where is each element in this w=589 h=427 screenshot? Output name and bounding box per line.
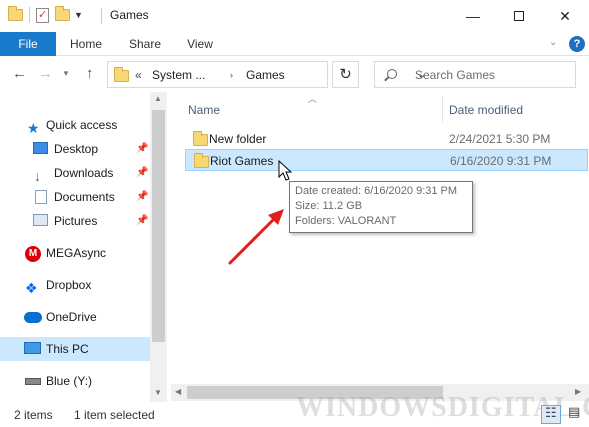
expand-ribbon-icon[interactable]: ⌄ (549, 37, 557, 48)
column-divider[interactable] (442, 96, 443, 122)
mouse-cursor-icon (278, 160, 292, 181)
address-bar[interactable]: « System ... › Games ⌄ (107, 61, 426, 88)
sidebar-item-label: Blue (Y:) (46, 374, 93, 388)
recent-locations-icon[interactable]: ▼ (62, 69, 70, 78)
sidebar-item-label: Documents (54, 190, 115, 204)
sort-caret-icon: ︿ (308, 94, 318, 104)
sidebar-item-label: Desktop (54, 142, 99, 156)
forward-arrow-icon[interactable]: → (38, 65, 53, 82)
mega-icon: M (25, 246, 41, 262)
minimize-button[interactable]: — (450, 0, 496, 32)
breadcrumb-chevron-icon[interactable]: › (230, 70, 233, 80)
file-name: Riot Games (210, 154, 274, 168)
onedrive-icon (24, 312, 42, 323)
title-divider (101, 8, 102, 24)
refresh-icon: ↻ (339, 66, 352, 83)
refresh-button[interactable]: ↻ (332, 61, 359, 88)
sidebar-item-documents[interactable]: Documents 📌 (0, 185, 150, 209)
ribbon-tabs: File Home Share View ⌄ ? (0, 32, 589, 56)
folder-icon (194, 153, 209, 168)
up-arrow-icon[interactable]: ↑ (86, 65, 94, 82)
sidebar-item-pictures[interactable]: Pictures 📌 (0, 209, 150, 233)
search-icon (387, 69, 397, 79)
new-folder-icon[interactable] (55, 6, 70, 21)
pictures-icon (33, 214, 48, 226)
status-bar: 2 items 1 item selected (0, 402, 589, 427)
properties-icon[interactable] (36, 7, 49, 23)
table-row[interactable]: New folder 2/24/2021 5:30 PM (185, 128, 588, 150)
close-button[interactable]: ✕ (542, 0, 588, 32)
drive-icon (25, 378, 41, 385)
pc-icon (24, 342, 41, 354)
pin-icon: 📌 (136, 167, 149, 178)
breadcrumb-overflow[interactable]: « (135, 68, 142, 82)
tab-view[interactable]: View (180, 32, 220, 56)
tab-share[interactable]: Share (122, 32, 168, 56)
document-icon (35, 190, 47, 204)
navigation-pane: ★ Quick access Desktop 📌 ↓ Downloads 📌 D… (0, 92, 167, 402)
maximize-icon (514, 11, 524, 21)
nav-scrollbar[interactable]: ▲ ▼ (150, 92, 167, 402)
sidebar-item-label: This PC (46, 342, 89, 356)
column-header-name[interactable]: Name (188, 103, 220, 117)
sidebar-item-label: Pictures (54, 214, 98, 228)
annotation-arrow-icon (228, 209, 284, 265)
file-name: New folder (209, 132, 267, 146)
search-input[interactable]: Search Games (374, 61, 576, 88)
desktop-icon (33, 142, 48, 154)
sidebar-item-dropbox[interactable]: ❖ Dropbox (0, 273, 150, 297)
folder-icon (193, 131, 208, 146)
scrollbar-thumb[interactable] (152, 110, 165, 342)
tooltip-size: Size: 11.2 GB (295, 200, 363, 212)
quick-access-toolbar: ▼ (8, 6, 83, 23)
file-date: 6/16/2020 9:31 PM (450, 154, 552, 168)
status-item-count: 2 items (14, 408, 53, 422)
sidebar-item-label: MEGAsync (46, 246, 107, 260)
toolbar-divider (29, 7, 30, 23)
help-icon[interactable]: ? (569, 36, 585, 52)
details-view-icon[interactable] (541, 405, 561, 424)
tooltip-folders: Folders: VALORANT (295, 215, 397, 227)
tab-file[interactable]: File (0, 32, 56, 56)
customize-toolbar-icon[interactable]: ▼ (74, 10, 83, 20)
sidebar-item-onedrive[interactable]: OneDrive (0, 305, 150, 329)
search-placeholder: Search Games (415, 68, 496, 82)
pin-icon: 📌 (136, 143, 149, 154)
sidebar-item-label: Downloads (54, 166, 114, 180)
sidebar-item-label: Dropbox (46, 278, 92, 292)
sidebar-item-quick-access[interactable]: ★ Quick access (0, 113, 150, 137)
address-row: ← → ▼ ↑ « System ... › Games ⌄ ↻ Search … (0, 56, 589, 92)
tooltip-date-created: Date created: 6/16/2020 9:31 PM (295, 185, 458, 197)
minimize-icon: — (466, 8, 480, 24)
sidebar-item-label: OneDrive (46, 310, 97, 324)
sidebar-item-downloads[interactable]: ↓ Downloads 📌 (0, 161, 150, 185)
sidebar-item-this-pc[interactable]: This PC (0, 337, 150, 361)
pin-icon: 📌 (136, 191, 149, 202)
file-date: 2/24/2021 5:30 PM (449, 132, 551, 146)
scroll-down-icon[interactable]: ▼ (154, 388, 162, 397)
dropbox-icon: ❖ (25, 280, 38, 296)
pin-icon: 📌 (136, 215, 149, 226)
scroll-left-icon[interactable]: ◀ (175, 387, 181, 396)
sidebar-item-megasync[interactable]: M MEGAsync (0, 241, 150, 265)
folder-icon (114, 67, 129, 82)
status-selection: 1 item selected (74, 408, 155, 422)
sidebar-item-blue-drive[interactable]: Blue (Y:) (0, 369, 150, 393)
tab-home[interactable]: Home (62, 32, 110, 56)
table-row[interactable]: Riot Games 6/16/2020 9:31 PM (185, 149, 588, 171)
maximize-button[interactable] (496, 0, 542, 32)
breadcrumb-system[interactable]: System ... (152, 68, 205, 82)
folder-info-tooltip: Date created: 6/16/2020 9:31 PM Size: 11… (289, 181, 473, 233)
folder-icon[interactable] (8, 6, 23, 21)
back-arrow-icon[interactable]: ← (12, 65, 27, 82)
scroll-up-icon[interactable]: ▲ (154, 94, 162, 103)
close-icon: ✕ (559, 7, 571, 24)
large-icons-view-icon[interactable] (566, 404, 584, 424)
window-title: Games (110, 8, 149, 22)
column-header-date-modified[interactable]: Date modified (449, 103, 523, 117)
breadcrumb-games[interactable]: Games (246, 68, 285, 82)
sidebar-item-desktop[interactable]: Desktop 📌 (0, 137, 150, 161)
sidebar-item-label: Quick access (46, 118, 118, 132)
title-bar: ▼ Games — ✕ (0, 0, 589, 32)
